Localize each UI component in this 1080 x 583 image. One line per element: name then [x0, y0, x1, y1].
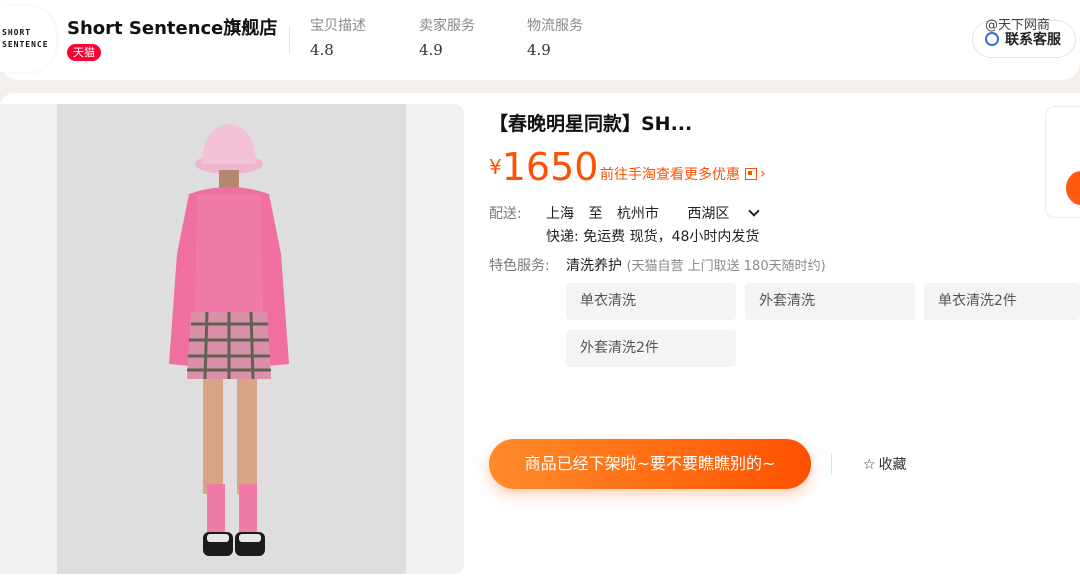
shop-header: SHORT SENTENCE Short Sentence旗舰店 天猫 宝贝描述…	[0, 0, 1080, 80]
service-option[interactable]: 单衣清洗	[566, 283, 736, 320]
price-value: 1650	[501, 145, 599, 189]
service-option[interactable]: 单衣清洗2件	[924, 283, 1080, 320]
service-option[interactable]: 外套清洗2件	[566, 330, 736, 367]
favorite-label: 收藏	[878, 457, 907, 473]
shop-logo[interactable]: SHORT SENTENCE	[0, 6, 56, 72]
logo-line-1: SHORT	[2, 28, 32, 37]
rating-value: 4.8	[310, 41, 334, 59]
action-divider	[831, 453, 832, 475]
unavailable-button[interactable]: 商品已经下架啦~要不要瞧瞧别的~	[489, 439, 811, 489]
qrcode-icon	[745, 168, 757, 180]
product-price: ¥1650	[489, 145, 598, 189]
ship-from: 上海	[546, 206, 574, 222]
ship-to-word: 至	[588, 206, 603, 222]
logo-line-2: SENTENCE	[2, 40, 49, 49]
currency-symbol: ¥	[489, 155, 502, 179]
ship-city[interactable]: 杭州市	[617, 206, 659, 222]
promo-link[interactable]: 前往手淘查看更多优惠 ›	[600, 164, 766, 184]
product-main: 【春晚明星同款】SH... ¥1650 前往手淘查看更多优惠 › 配送: 上海 …	[0, 93, 1080, 583]
star-icon: ☆	[863, 457, 876, 473]
chevron-down-icon	[748, 205, 760, 217]
service-name: 清洗养护	[566, 258, 622, 274]
rating-description: 宝贝描述 4.8	[310, 15, 366, 59]
header-divider	[289, 26, 290, 54]
shop-name[interactable]: Short Sentence旗舰店	[67, 14, 277, 40]
shipping-label: 配送:	[489, 206, 522, 222]
chevron-right-icon: ›	[760, 166, 766, 182]
shipping-detail: 快递: 免运费 现货，48小时内发货	[546, 229, 760, 245]
model-illustration	[57, 104, 406, 574]
product-photo[interactable]	[57, 104, 406, 574]
watermark: @天下网商	[985, 18, 1051, 33]
product-gallery[interactable]	[0, 104, 464, 574]
clock-icon	[985, 32, 999, 46]
rating-value: 4.9	[527, 41, 551, 59]
ship-district: 西湖区	[687, 206, 730, 222]
service-info: 清洗养护 (天猫自营 上门取送 180天随时约)	[566, 255, 826, 275]
shipping-route: 上海 至 杭州市 西湖区	[546, 203, 768, 223]
tmall-badge: 天猫	[67, 44, 101, 61]
rating-logistics: 物流服务 4.9	[527, 15, 583, 59]
service-sub: (天猫自营 上门取送 180天随时约)	[626, 259, 826, 274]
service-option[interactable]: 外套清洗	[745, 283, 915, 320]
rating-label: 卖家服务	[419, 18, 475, 34]
promo-text: 前往手淘查看更多优惠	[600, 167, 740, 183]
rating-label: 宝贝描述	[310, 18, 366, 34]
rating-value: 4.9	[419, 41, 443, 59]
address-selector[interactable]: 西湖区	[687, 205, 767, 222]
rating-service: 卖家服务 4.9	[419, 15, 475, 59]
favorite-button[interactable]: ☆ 收藏	[863, 454, 907, 474]
product-title: 【春晚明星同款】SH...	[489, 113, 693, 135]
service-label: 特色服务:	[489, 258, 550, 274]
rating-label: 物流服务	[527, 18, 583, 34]
